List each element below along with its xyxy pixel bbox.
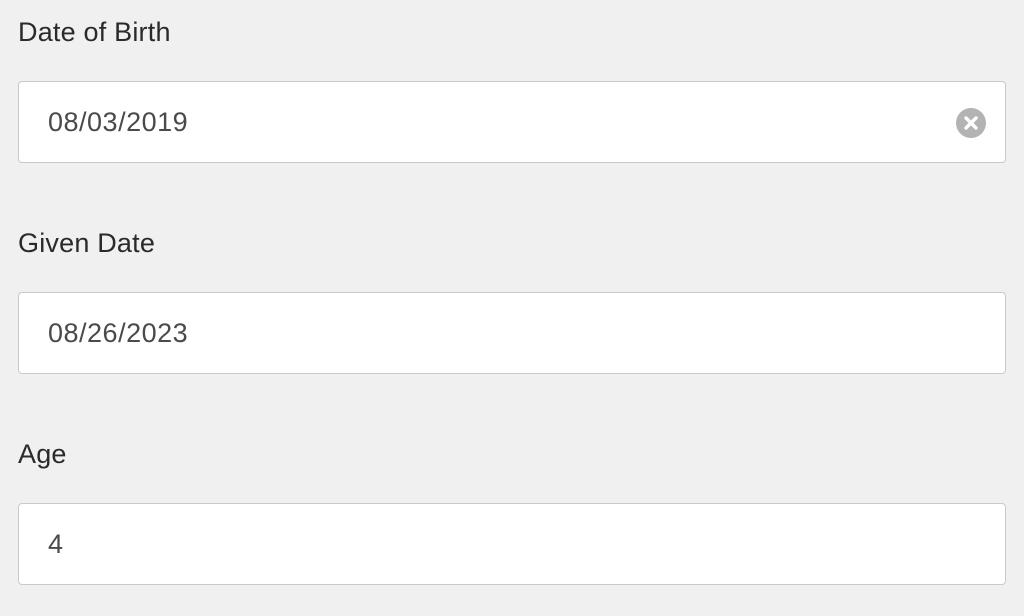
given-date-field[interactable]: [18, 292, 1006, 374]
date-of-birth-label: Date of Birth: [18, 17, 171, 47]
age-field[interactable]: [18, 503, 1006, 585]
clear-circle-x-icon: [956, 108, 986, 138]
given-date-label: Given Date: [18, 228, 156, 258]
age-label: Age: [18, 439, 67, 469]
clear-date-of-birth-button[interactable]: [956, 108, 986, 138]
age-input[interactable]: [19, 504, 1005, 584]
date-of-birth-field[interactable]: [18, 81, 1006, 163]
date-of-birth-input[interactable]: [19, 82, 1005, 162]
given-date-input[interactable]: [19, 293, 1005, 373]
